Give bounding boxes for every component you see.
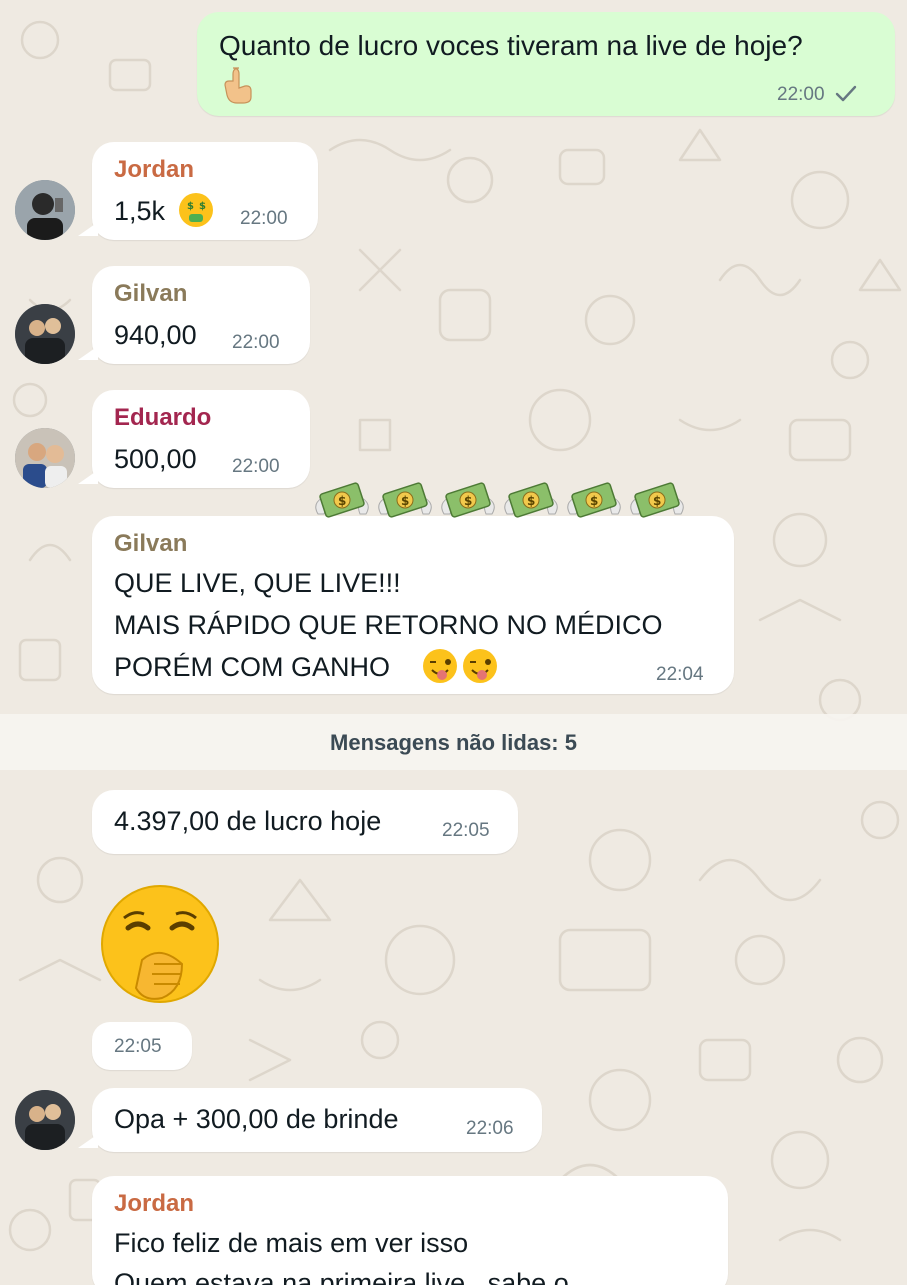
bubble-tail (78, 222, 98, 236)
incoming-message[interactable]: Jordan Fico feliz de mais em ver isso Qu… (92, 1176, 728, 1285)
outgoing-message[interactable]: Quanto de lucro voces tiveram na live de… (197, 12, 895, 116)
message-text: Quanto de lucro voces tiveram na live de… (219, 30, 803, 61)
message-text-line2: MAIS RÁPIDO QUE RETORNO NO MÉDICO (114, 610, 663, 640)
incoming-message[interactable]: 4.397,00 de lucro hoje 22:05 (92, 790, 518, 854)
message-time: 22:05 (442, 820, 490, 841)
avatar-gilvan[interactable] (15, 304, 75, 364)
check-icon (835, 85, 857, 102)
message-text-line1: QUE LIVE, QUE LIVE!!! (114, 568, 401, 598)
incoming-message-time-chip[interactable]: 22:05 (92, 1022, 192, 1070)
svg-text:$: $ (338, 494, 346, 508)
sender-name: Jordan (114, 1190, 195, 1217)
message-time: 22:04 (656, 664, 704, 685)
incoming-message[interactable]: Jordan 1,5k $ $ 22:00 (78, 142, 318, 240)
sender-name: Gilvan (114, 530, 188, 557)
bubble-tail (78, 470, 98, 484)
avatar-gilvan[interactable] (15, 1090, 75, 1150)
message-text-line2: Quem estava na primeira live , sabe o (114, 1268, 569, 1285)
message-text-line1: Fico feliz de mais em ver isso (114, 1228, 469, 1258)
message-time: 22:00 (777, 84, 825, 105)
message-text: Opa + 300,00 de brinde (114, 1104, 399, 1134)
message-time: 22:05 (114, 1036, 162, 1057)
incoming-message[interactable]: Opa + 300,00 de brinde 22:06 (78, 1088, 542, 1152)
bubble-tail (78, 346, 98, 360)
incoming-message[interactable]: Gilvan 940,00 22:00 (78, 266, 310, 364)
money-mouth-face-emoji: $ $ (179, 193, 213, 227)
avatar-eduardo[interactable] (15, 428, 75, 488)
winking-face-with-tongue-emoji (423, 648, 498, 684)
message-time: 22:06 (466, 1118, 514, 1139)
avatar-jordan[interactable] (15, 180, 75, 240)
sender-name: Eduardo (114, 404, 212, 431)
message-text: 1,5k (114, 196, 166, 226)
message-text-line3: PORÉM COM GANHO (114, 652, 391, 682)
sender-name: Jordan (114, 156, 195, 183)
message-text: 500,00 (114, 444, 197, 474)
message-text: 940,00 (114, 320, 197, 350)
unread-count-label: Mensagens não lidas: 5 (330, 730, 577, 755)
unread-messages-divider: Mensagens não lidas: 5 (0, 714, 907, 770)
message-time: 22:00 (232, 456, 280, 477)
yawning-face-emoji (101, 885, 219, 1003)
money-with-wings-row: $ (312, 474, 702, 534)
sender-name: Gilvan (114, 280, 188, 307)
bubble-tail (78, 1134, 98, 1148)
message-time: 22:00 (240, 208, 288, 229)
message-time: 22:00 (232, 332, 280, 353)
svg-text:$: $ (187, 201, 194, 212)
message-text: 4.397,00 de lucro hoje (114, 806, 382, 836)
money-with-wings-emojis: $ (315, 481, 684, 519)
pointing-down-emoji (224, 67, 252, 104)
incoming-message[interactable]: Eduardo 500,00 22:00 (78, 390, 310, 488)
incoming-message[interactable]: Gilvan QUE LIVE, QUE LIVE!!! MAIS RÁPIDO… (92, 516, 734, 694)
svg-text:$: $ (199, 201, 206, 212)
